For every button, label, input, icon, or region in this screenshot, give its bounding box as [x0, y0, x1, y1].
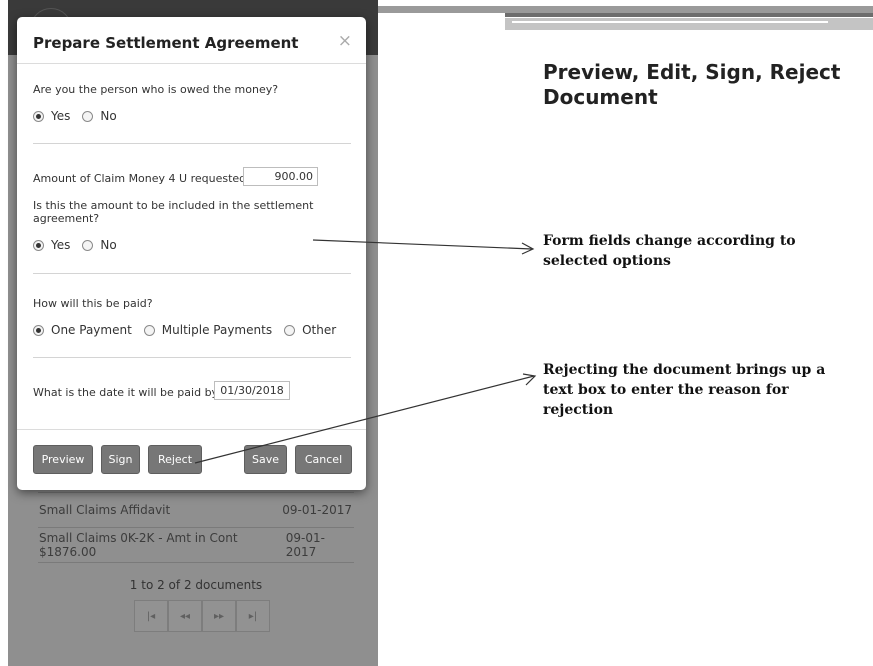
annotation-arrows: [194, 239, 537, 464]
arrow-form-fields: [312, 239, 533, 250]
arrow-head: [522, 373, 537, 386]
arrow-reject: [194, 375, 535, 464]
